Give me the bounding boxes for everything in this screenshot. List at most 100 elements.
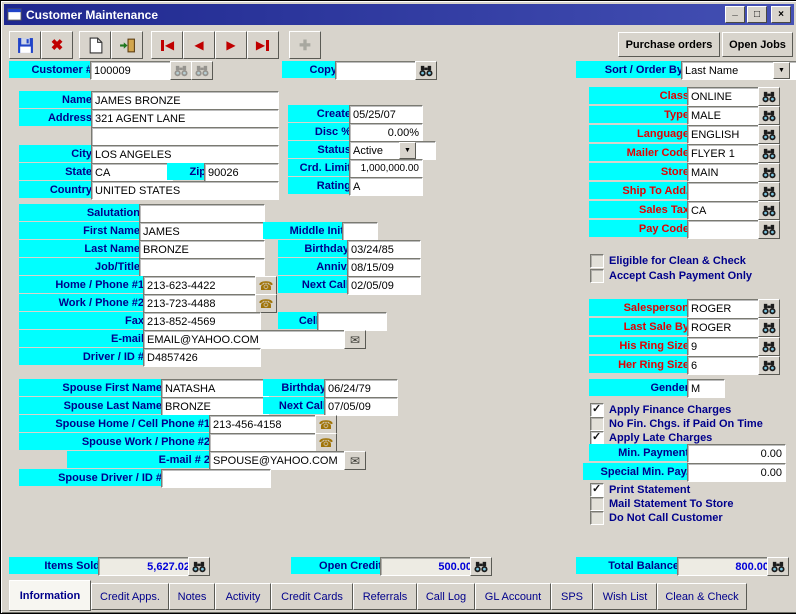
- his-ring-lookup-button[interactable]: [758, 337, 780, 356]
- checkbox-box[interactable]: [590, 430, 604, 445]
- spouse-work-phone-input[interactable]: [209, 433, 321, 452]
- accept-cash-only-checkbox[interactable]: Accept Cash Payment Only: [590, 269, 752, 283]
- status-select[interactable]: Active: [349, 141, 436, 160]
- email2-send-button[interactable]: ✉: [344, 451, 366, 470]
- checkbox-box[interactable]: [590, 269, 604, 283]
- ship-to-input[interactable]: [687, 182, 764, 201]
- create-input[interactable]: 05/25/07: [349, 105, 423, 124]
- state-input[interactable]: CA: [91, 163, 173, 182]
- type-input[interactable]: MALE: [687, 106, 764, 125]
- next-call-input[interactable]: 02/05/09: [347, 276, 421, 295]
- tab-credit-apps[interactable]: Credit Apps.: [91, 583, 169, 610]
- close-button[interactable]: ×: [771, 6, 791, 23]
- pay-code-lookup-button[interactable]: [758, 220, 780, 239]
- email-input[interactable]: EMAIL@YAHOO.COM: [143, 330, 349, 349]
- city-input[interactable]: LOS ANGELES: [91, 145, 279, 164]
- tab-referrals[interactable]: Referrals: [353, 583, 417, 610]
- country-input[interactable]: UNITED STATES: [91, 181, 279, 200]
- name-input[interactable]: JAMES BRONZE: [91, 91, 279, 110]
- spouse-home-phone-input[interactable]: 213-456-4158: [209, 415, 321, 434]
- delete-button[interactable]: ✖: [41, 31, 73, 59]
- print-statement-checkbox[interactable]: Print Statement: [590, 482, 690, 497]
- credit-limit-input[interactable]: 1,000,000.00: [349, 159, 423, 178]
- work-phone-input[interactable]: 213-723-4488: [143, 294, 261, 313]
- anniversary-input[interactable]: 08/15/09: [347, 258, 421, 277]
- salutation-input[interactable]: [139, 204, 265, 223]
- purchase-orders-button[interactable]: Purchase orders: [618, 32, 720, 57]
- spouse-birthday-input[interactable]: 06/24/79: [324, 379, 398, 398]
- class-lookup-button[interactable]: [758, 87, 780, 106]
- store-input[interactable]: MAIN: [687, 163, 764, 182]
- apply-finance-charges-checkbox[interactable]: Apply Finance Charges: [590, 402, 731, 417]
- ship-to-lookup-button[interactable]: [758, 182, 780, 201]
- disc-input[interactable]: 0.00%: [349, 123, 423, 142]
- eligible-clean-check-checkbox[interactable]: Eligible for Clean & Check: [590, 254, 746, 268]
- first-name-input[interactable]: JAMES: [139, 222, 265, 241]
- language-lookup-button[interactable]: [758, 125, 780, 144]
- save-button[interactable]: [9, 31, 41, 59]
- new-button[interactable]: [79, 31, 111, 59]
- rating-input[interactable]: A: [349, 177, 423, 196]
- nav-prev-button[interactable]: ◀: [183, 31, 215, 59]
- middle-init-input[interactable]: [342, 222, 378, 241]
- zip-input[interactable]: 90026: [204, 163, 279, 182]
- total-balance-lookup-button[interactable]: [767, 557, 789, 576]
- sort-dropdown-arrow-icon[interactable]: ▼: [773, 62, 790, 79]
- no-finance-if-paid-checkbox[interactable]: No Fin. Chgs. if Paid On Time: [590, 417, 763, 431]
- last-sale-by-input[interactable]: ROGER: [687, 318, 764, 337]
- fax-input[interactable]: 213-852-4569: [143, 312, 261, 331]
- spouse-driver-id-input[interactable]: [161, 469, 271, 488]
- nav-first-button[interactable]: ◀: [151, 31, 183, 59]
- nav-next-button[interactable]: ▶: [215, 31, 247, 59]
- maximize-button[interactable]: □: [747, 6, 767, 23]
- nav-last-button[interactable]: ▶: [247, 31, 279, 59]
- address2-input[interactable]: [91, 127, 279, 146]
- job-title-input[interactable]: [139, 258, 265, 277]
- tab-credit-cards[interactable]: Credit Cards: [271, 583, 353, 610]
- checkbox-box[interactable]: [590, 511, 604, 525]
- status-dropdown-arrow-icon[interactable]: ▼: [399, 142, 416, 159]
- birthday-input[interactable]: 03/24/85: [347, 240, 421, 259]
- checkbox-box[interactable]: [590, 497, 604, 511]
- address-input[interactable]: 321 AGENT LANE: [91, 109, 279, 128]
- tab-gl-account[interactable]: GL Account: [475, 583, 551, 610]
- home-phone-input[interactable]: 213-623-4422: [143, 276, 261, 295]
- cell-input[interactable]: [317, 312, 387, 331]
- sales-tax-lookup-button[interactable]: [758, 201, 780, 220]
- tab-sps[interactable]: SPS: [551, 583, 593, 610]
- open-credit-lookup-button[interactable]: [470, 557, 492, 576]
- salesperson-input[interactable]: ROGER: [687, 299, 764, 318]
- sales-tax-input[interactable]: CA: [687, 201, 764, 220]
- mailer-code-lookup-button[interactable]: [758, 144, 780, 163]
- driver-id-input[interactable]: D4857426: [143, 348, 261, 367]
- tab-call-log[interactable]: Call Log: [417, 583, 475, 610]
- store-lookup-button[interactable]: [758, 163, 780, 182]
- her-ring-lookup-button[interactable]: [758, 356, 780, 375]
- copy-lookup-button[interactable]: [415, 61, 437, 80]
- min-payment-input[interactable]: 0.00: [687, 444, 786, 463]
- gender-input[interactable]: M: [687, 379, 725, 398]
- email-send-button[interactable]: ✉: [344, 330, 366, 349]
- type-lookup-button[interactable]: [758, 106, 780, 125]
- his-ring-size-input[interactable]: 9: [687, 337, 764, 356]
- tab-clean-check[interactable]: Clean & Check: [657, 583, 747, 610]
- home-phone-dial-button[interactable]: ☎: [255, 276, 277, 295]
- tab-information[interactable]: Information: [9, 580, 91, 611]
- language-input[interactable]: ENGLISH: [687, 125, 764, 144]
- mailer-code-input[interactable]: FLYER 1: [687, 144, 764, 163]
- last-sale-by-lookup-button[interactable]: [758, 318, 780, 337]
- mail-statement-checkbox[interactable]: Mail Statement To Store: [590, 497, 733, 511]
- open-jobs-button[interactable]: Open Jobs: [722, 32, 793, 57]
- minimize-button[interactable]: _: [725, 6, 745, 23]
- her-ring-size-input[interactable]: 6: [687, 356, 764, 375]
- tab-notes[interactable]: Notes: [169, 583, 215, 610]
- copy-input[interactable]: [335, 61, 421, 80]
- tab-wish-list[interactable]: Wish List: [593, 583, 657, 610]
- title-bar[interactable]: Customer Maintenance _ □ ×: [4, 4, 794, 25]
- work-phone-dial-button[interactable]: ☎: [255, 294, 277, 313]
- customer-number-input[interactable]: 100009: [90, 61, 176, 80]
- spouse-last-name-input[interactable]: BRONZE: [161, 397, 269, 416]
- email2-input[interactable]: SPOUSE@YAHOO.COM: [209, 451, 349, 470]
- spouse-next-call-input[interactable]: 07/05/09: [324, 397, 398, 416]
- tab-activity[interactable]: Activity: [215, 583, 271, 610]
